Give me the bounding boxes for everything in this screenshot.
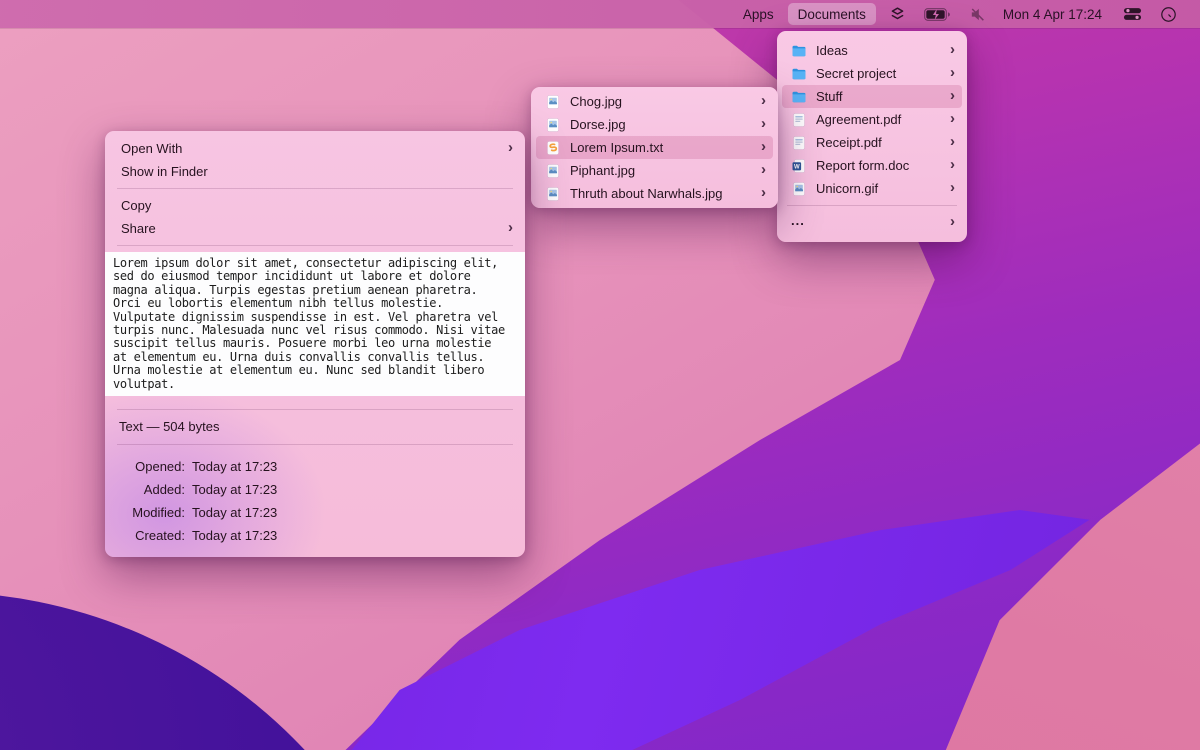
menu-item-share[interactable]: Share › — [105, 217, 525, 240]
stuff-submenu: Chog.jpg › Dorse.jpg › Lorem Ipsum.txt ›… — [531, 87, 778, 208]
menu-apps[interactable]: Apps — [733, 3, 784, 25]
menu-item-label: Secret project — [816, 66, 937, 81]
date-label: Created: — [105, 528, 185, 543]
battery-charging-icon[interactable] — [915, 0, 960, 28]
menu-item-receipt-pdf[interactable]: Receipt.pdf › — [777, 131, 967, 154]
sound-muted-icon[interactable] — [960, 0, 995, 28]
image-file-icon — [545, 116, 562, 133]
folder-icon — [791, 88, 808, 105]
image-file-icon — [545, 162, 562, 179]
file-date-opened: Opened: Today at 17:23 — [105, 455, 525, 478]
menu-item-label: Chog.jpg — [570, 94, 748, 109]
chevron-right-icon: › — [756, 93, 766, 108]
desktop: Apps Documents Mon 4 Apr 17:24 — [0, 0, 1200, 750]
date-value: Today at 17:23 — [192, 505, 277, 520]
date-label: Opened: — [105, 459, 185, 474]
date-label: Added: — [105, 482, 185, 497]
menu-item-unicorn-gif[interactable]: Unicorn.gif › — [777, 177, 967, 200]
menu-documents[interactable]: Documents — [788, 3, 876, 25]
menu-separator — [117, 444, 513, 445]
chevron-right-icon: › — [945, 65, 955, 80]
menu-item-open-with[interactable]: Open With › — [105, 137, 525, 160]
svg-text:W: W — [794, 164, 800, 170]
chevron-right-icon: › — [756, 116, 766, 131]
chevron-right-icon: › — [756, 162, 766, 177]
text-file-icon — [545, 139, 562, 156]
file-kind-size: Text — 504 bytes — [105, 415, 525, 438]
file-date-modified: Modified: Today at 17:23 — [105, 501, 525, 524]
pdf-file-icon — [791, 134, 808, 151]
chevron-right-icon: › — [503, 140, 513, 155]
menu-separator — [787, 205, 957, 206]
pdf-file-icon — [791, 111, 808, 128]
chevron-right-icon: › — [945, 88, 955, 103]
menu-item-ideas[interactable]: Ideas › — [777, 39, 967, 62]
folder-icon — [791, 65, 808, 82]
image-file-icon — [791, 180, 808, 197]
chevron-right-icon: › — [945, 42, 955, 57]
menu-item-label: Ideas — [816, 43, 937, 58]
chevron-right-icon: › — [503, 220, 513, 235]
menu-item-label: Copy — [121, 198, 513, 213]
menu-item-label: Agreement.pdf — [816, 112, 937, 127]
menu-item-label: Receipt.pdf — [816, 135, 937, 150]
menu-item-lorem-ipsum-txt[interactable]: Lorem Ipsum.txt › — [536, 136, 773, 159]
chevron-right-icon: › — [756, 139, 766, 154]
word-file-icon: W — [791, 157, 808, 174]
file-preview-menu: Open With › Show in Finder Copy Share › … — [105, 131, 525, 557]
menu-item-label: Unicorn.gif — [816, 181, 937, 196]
folder-icon — [791, 42, 808, 59]
menu-item-copy[interactable]: Copy — [105, 194, 525, 217]
menu-item-chog-jpg[interactable]: Chog.jpg › — [531, 90, 778, 113]
date-value: Today at 17:23 — [192, 528, 277, 543]
menu-separator — [117, 409, 513, 410]
menubar-clock[interactable]: Mon 4 Apr 17:24 — [995, 3, 1114, 25]
menu-item-label: Piphant.jpg — [570, 163, 748, 178]
menu-bar: Apps Documents Mon 4 Apr 17:24 — [0, 0, 1200, 28]
menu-item-dorse-jpg[interactable]: Dorse.jpg › — [531, 113, 778, 136]
menu-item-label: Show in Finder — [121, 164, 513, 179]
chevron-right-icon: › — [945, 157, 955, 172]
date-value: Today at 17:23 — [192, 459, 277, 474]
documents-menu: Ideas › Secret project › Stuff › Agreeme… — [777, 31, 967, 242]
menu-item-more[interactable]: ... › — [777, 211, 967, 234]
file-date-created: Created: Today at 17:23 — [105, 524, 525, 547]
menu-item-label: Report form.doc — [816, 158, 937, 173]
menu-separator — [117, 188, 513, 189]
chevron-right-icon: › — [945, 134, 955, 149]
menu-item-label: Lorem Ipsum.txt — [570, 140, 748, 155]
chevron-right-icon: › — [945, 214, 955, 229]
menu-item-label: Share — [121, 221, 503, 236]
layers-icon[interactable] — [880, 0, 915, 28]
menu-item-agreement-pdf[interactable]: Agreement.pdf › — [777, 108, 967, 131]
date-value: Today at 17:23 — [192, 482, 277, 497]
clock-icon[interactable] — [1151, 0, 1186, 28]
image-file-icon — [545, 185, 562, 202]
image-file-icon — [545, 93, 562, 110]
menu-item-thruth-about-narwhals-jpg[interactable]: Thruth about Narwhals.jpg › — [531, 182, 778, 205]
menu-item-secret-project[interactable]: Secret project › — [777, 62, 967, 85]
chevron-right-icon: › — [945, 111, 955, 126]
date-label: Modified: — [105, 505, 185, 520]
menu-item-show-in-finder[interactable]: Show in Finder — [105, 160, 525, 183]
file-preview-text: Lorem ipsum dolor sit amet, consectetur … — [105, 252, 525, 396]
menu-item-label: Dorse.jpg — [570, 117, 748, 132]
chevron-right-icon: › — [945, 180, 955, 195]
control-center-icon[interactable] — [1114, 0, 1151, 28]
menu-item-report-form-doc[interactable]: W Report form.doc › — [777, 154, 967, 177]
menu-item-label: Stuff — [816, 89, 937, 104]
menu-item-label: Thruth about Narwhals.jpg — [570, 186, 748, 201]
file-date-added: Added: Today at 17:23 — [105, 478, 525, 501]
menu-separator — [117, 245, 513, 246]
menu-item-stuff[interactable]: Stuff › — [782, 85, 962, 108]
menu-item-piphant-jpg[interactable]: Piphant.jpg › — [531, 159, 778, 182]
ellipsis-label: ... — [791, 213, 937, 228]
chevron-right-icon: › — [756, 185, 766, 200]
menu-item-label: Open With — [121, 141, 503, 156]
